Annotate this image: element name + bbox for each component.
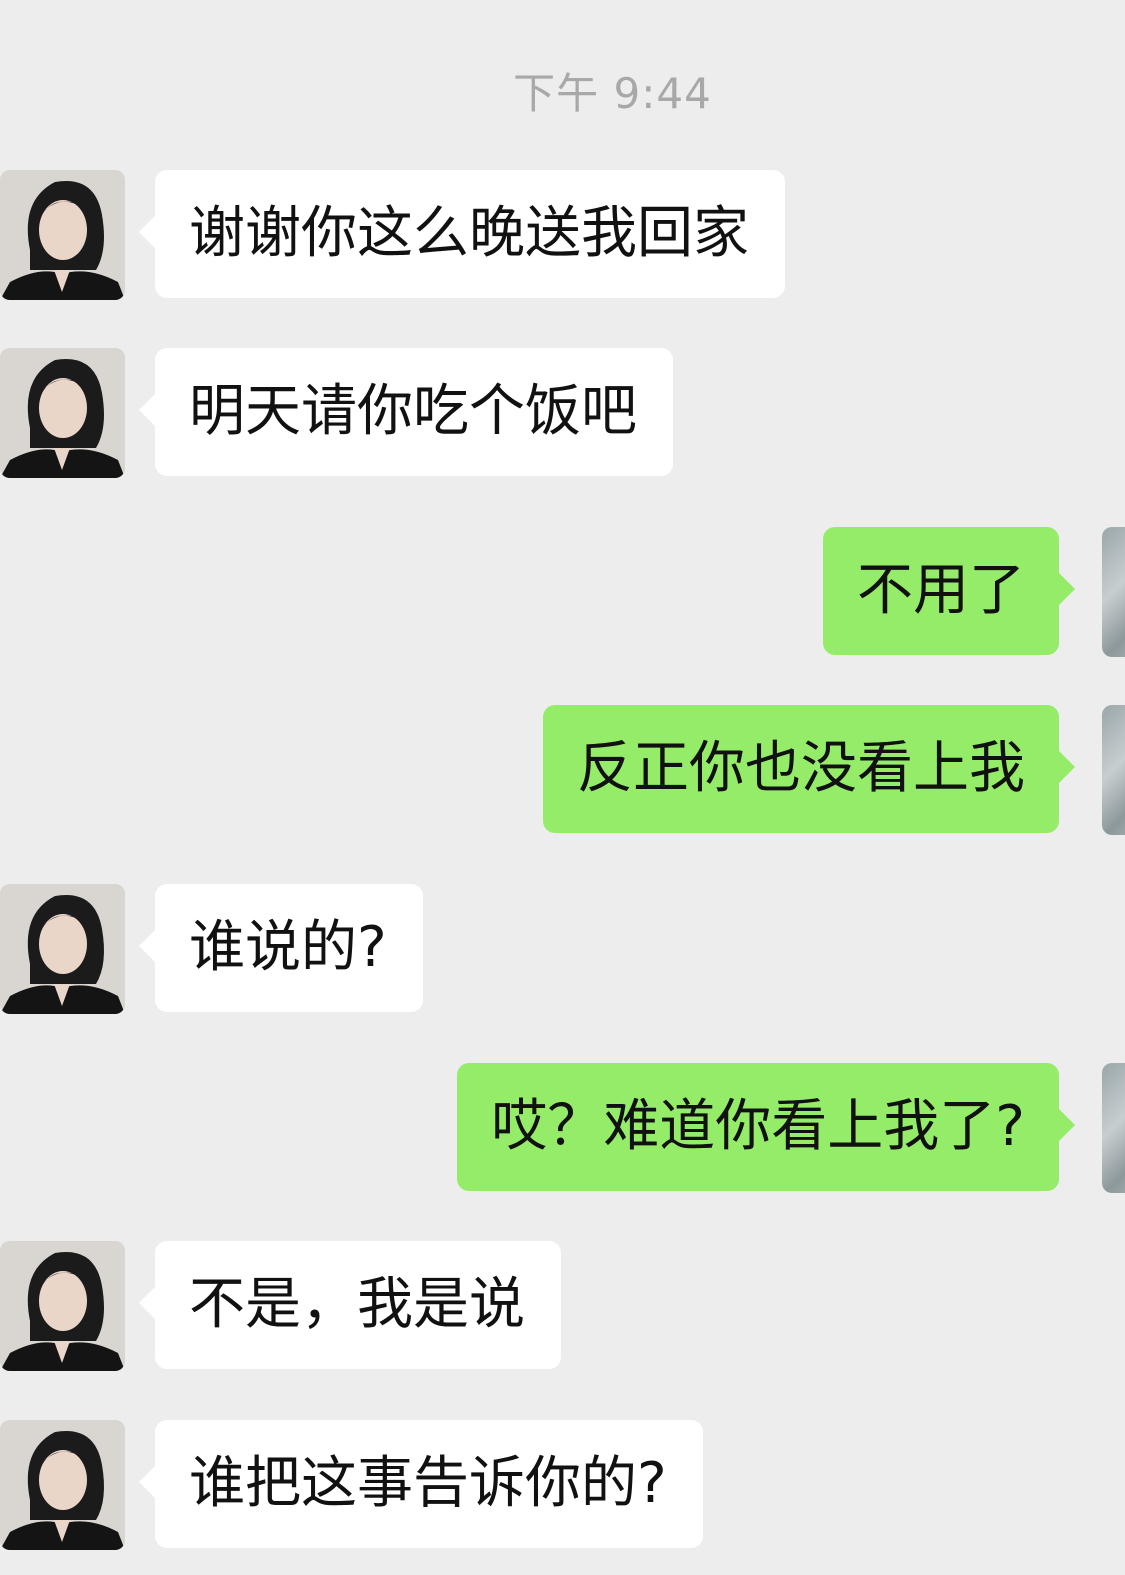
outgoing-message-bubble[interactable]: 哎？难道你看上我了? [457, 1063, 1075, 1191]
message-row: 反正你也没看上我 [0, 705, 1125, 835]
contact-avatar[interactable] [0, 1241, 125, 1371]
contact-avatar[interactable] [0, 1420, 125, 1550]
message-timestamp: 下午 9:44 [513, 69, 712, 118]
chat-window: 下午 9:44 谢谢你这么晚送我回家 明天请你吃个饭吧 不用了 反正你也没看上我… [0, 0, 1125, 1575]
outgoing-message-bubble[interactable]: 不用了 [823, 527, 1075, 655]
message-row: 明天请你吃个饭吧 [0, 348, 1125, 478]
message-row: 不是，我是说 [0, 1241, 1125, 1371]
incoming-message-bubble[interactable]: 不是，我是说 [139, 1241, 561, 1369]
incoming-message-bubble[interactable]: 谁说的? [139, 884, 423, 1012]
message-row: 不用了 [0, 527, 1125, 657]
message-row: 谢谢你这么晚送我回家 [0, 170, 1125, 300]
my-avatar[interactable] [1102, 1063, 1125, 1193]
contact-avatar-image [0, 1241, 125, 1371]
contact-avatar[interactable] [0, 884, 125, 1014]
contact-avatar-image [0, 884, 125, 1014]
message-row: 谁说的? [0, 884, 1125, 1014]
message-row: 哎？难道你看上我了? [0, 1063, 1125, 1193]
contact-avatar-image [0, 1420, 125, 1550]
contact-avatar[interactable] [0, 348, 125, 478]
message-row: 谁把这事告诉你的? [0, 1420, 1125, 1550]
my-avatar[interactable] [1102, 705, 1125, 835]
outgoing-message-bubble[interactable]: 反正你也没看上我 [543, 705, 1075, 833]
contact-avatar-image [0, 348, 125, 478]
my-avatar[interactable] [1102, 527, 1125, 657]
contact-avatar[interactable] [0, 170, 125, 300]
incoming-message-bubble[interactable]: 谢谢你这么晚送我回家 [139, 170, 785, 298]
incoming-message-bubble[interactable]: 谁把这事告诉你的? [139, 1420, 703, 1548]
incoming-message-bubble[interactable]: 明天请你吃个饭吧 [139, 348, 673, 476]
contact-avatar-image [0, 170, 125, 300]
